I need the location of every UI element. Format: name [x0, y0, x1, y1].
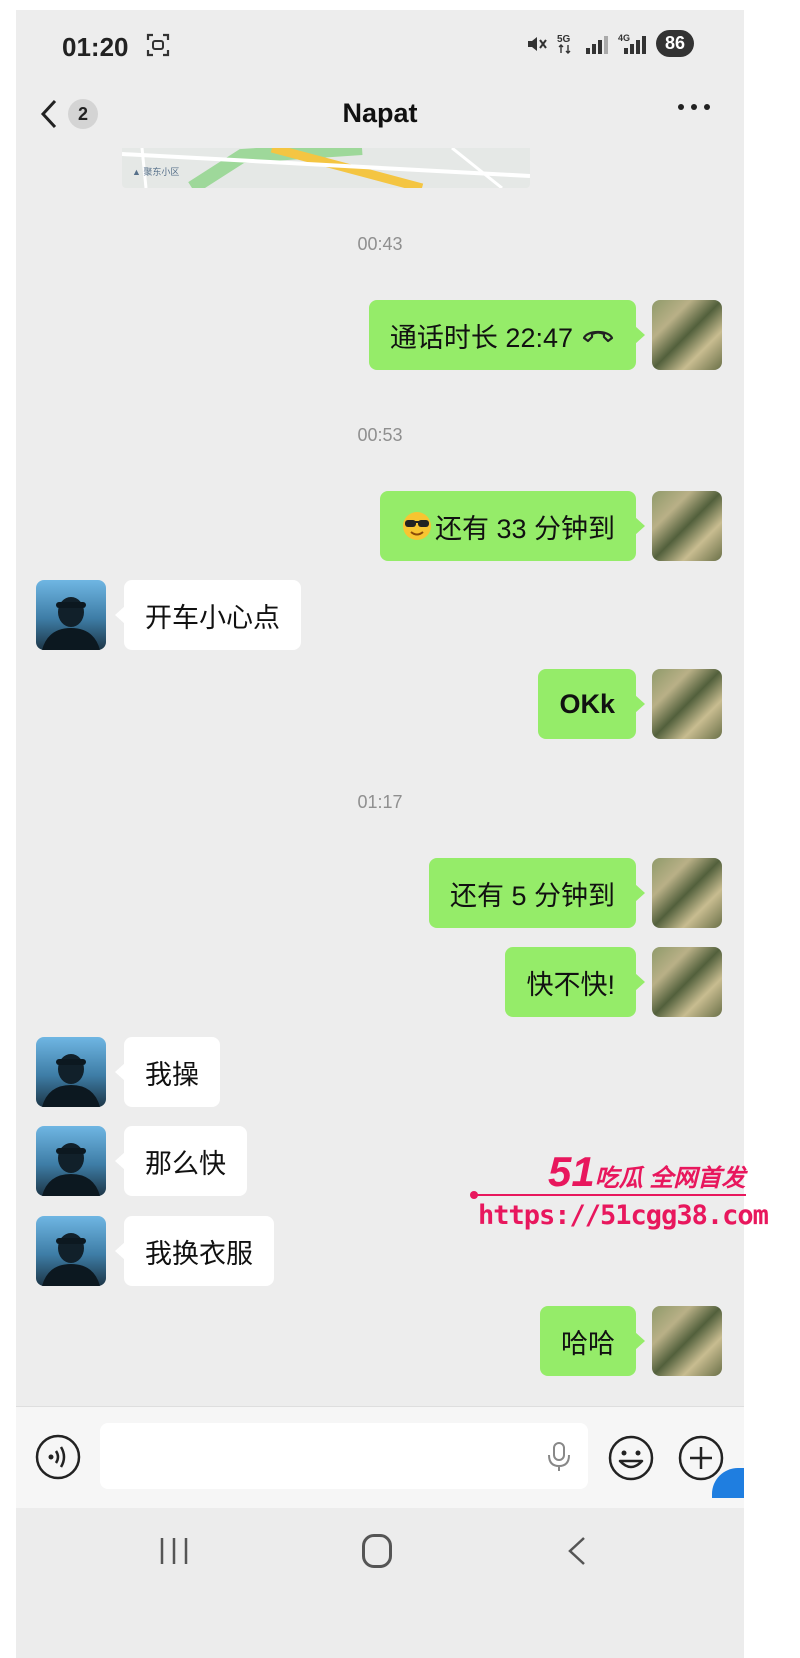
home-icon[interactable]	[362, 1534, 392, 1568]
message-bubble[interactable]: 快不快!	[505, 947, 645, 1017]
message-bubble[interactable]: 通话时长 22:47	[368, 300, 646, 370]
phone-hangup-icon	[582, 330, 614, 343]
message-bubble[interactable]: 那么快	[115, 1126, 247, 1196]
self-avatar[interactable]	[652, 300, 722, 370]
message-text: 还有 5 分钟到	[449, 880, 615, 911]
voice-icon[interactable]	[34, 1433, 82, 1481]
message-text: 还有 33 分钟到	[434, 513, 615, 544]
timestamp: 01:17	[357, 792, 403, 812]
4g-signal-icon: 4G	[618, 33, 646, 54]
message-text: 我操	[145, 1059, 199, 1090]
avatar-silhouette	[42, 1054, 100, 1107]
message-bubble[interactable]: 哈哈	[540, 1306, 645, 1376]
message-bubble[interactable]: 还有 33 分钟到	[379, 491, 646, 561]
watermark-url: https://51cgg38.com	[478, 1200, 769, 1231]
contact-avatar[interactable]	[36, 1037, 106, 1107]
watermark-number: 51	[548, 1148, 595, 1195]
location-map-preview[interactable]: ▲ 聚东小区	[122, 148, 530, 188]
input-bar	[16, 1406, 744, 1508]
emoji-icon[interactable]	[606, 1433, 656, 1483]
more-icon[interactable]	[678, 104, 710, 110]
avatar-silhouette	[42, 1233, 100, 1286]
chat-header: 2 Napat	[16, 82, 744, 148]
sunglasses-emoji	[402, 512, 431, 540]
message-text: 快不快!	[526, 969, 615, 1000]
back-icon[interactable]	[562, 1535, 592, 1567]
message-text: 那么快	[145, 1148, 226, 1179]
watermark-brand: 51吃瓜 全网首发	[548, 1148, 745, 1196]
self-avatar[interactable]	[652, 858, 722, 928]
self-avatar[interactable]	[652, 491, 722, 561]
timestamp: 00:43	[357, 234, 403, 254]
contact-avatar[interactable]	[36, 580, 106, 650]
message-text: OKk	[559, 688, 615, 719]
message-bubble[interactable]: 还有 5 分钟到	[428, 858, 646, 928]
message-bubble[interactable]: 开车小心点	[115, 580, 301, 650]
mic-icon[interactable]	[546, 1441, 572, 1473]
watermark-slogan: 吃瓜 全网首发	[594, 1165, 746, 1192]
4g-label: 4G	[618, 33, 630, 43]
message-bubble[interactable]: OKk	[538, 669, 645, 739]
message-text: 通话时长 22:47	[389, 322, 573, 353]
map-roads	[122, 148, 530, 188]
system-nav-bar	[16, 1508, 744, 1658]
timestamp: 00:53	[357, 425, 403, 445]
message-input[interactable]	[100, 1423, 588, 1489]
contact-avatar[interactable]	[36, 1126, 106, 1196]
status-bar: 01:20 5G 4G 86	[16, 10, 744, 82]
screen-capture-icon	[146, 33, 170, 57]
message-bubble[interactable]: 我换衣服	[115, 1216, 274, 1286]
avatar-silhouette	[42, 597, 100, 650]
recents-icon[interactable]	[156, 1536, 192, 1566]
message-text: 哈哈	[561, 1328, 615, 1359]
message-text: 开车小心点	[145, 602, 280, 633]
map-label: ▲ 聚东小区	[132, 167, 180, 177]
chat-screen: 01:20 5G 4G 86 2 Napat ▲ 聚东小区 00:43 通话时长…	[16, 10, 744, 1658]
message-text: 我换衣服	[145, 1238, 253, 1269]
status-time: 01:20	[62, 32, 129, 62]
battery-icon: 86	[655, 30, 694, 57]
message-bubble[interactable]: 我操	[115, 1037, 220, 1107]
5g-label: 5G	[557, 34, 571, 45]
mute-vibrate-icon	[527, 36, 547, 51]
5g-icon: 5G	[557, 34, 571, 54]
self-avatar[interactable]	[652, 947, 722, 1017]
self-avatar[interactable]	[652, 1306, 722, 1376]
self-avatar[interactable]	[652, 669, 722, 739]
chat-title: Napat	[342, 98, 418, 128]
contact-avatar[interactable]	[36, 1216, 106, 1286]
watermark-line	[476, 1194, 746, 1196]
status-icons: 5G 4G 86	[524, 30, 694, 57]
signal-icon	[585, 35, 608, 54]
avatar-silhouette	[42, 1143, 100, 1196]
watermark: 51吃瓜 全网首发 https://51cgg38.com	[470, 1148, 770, 1248]
